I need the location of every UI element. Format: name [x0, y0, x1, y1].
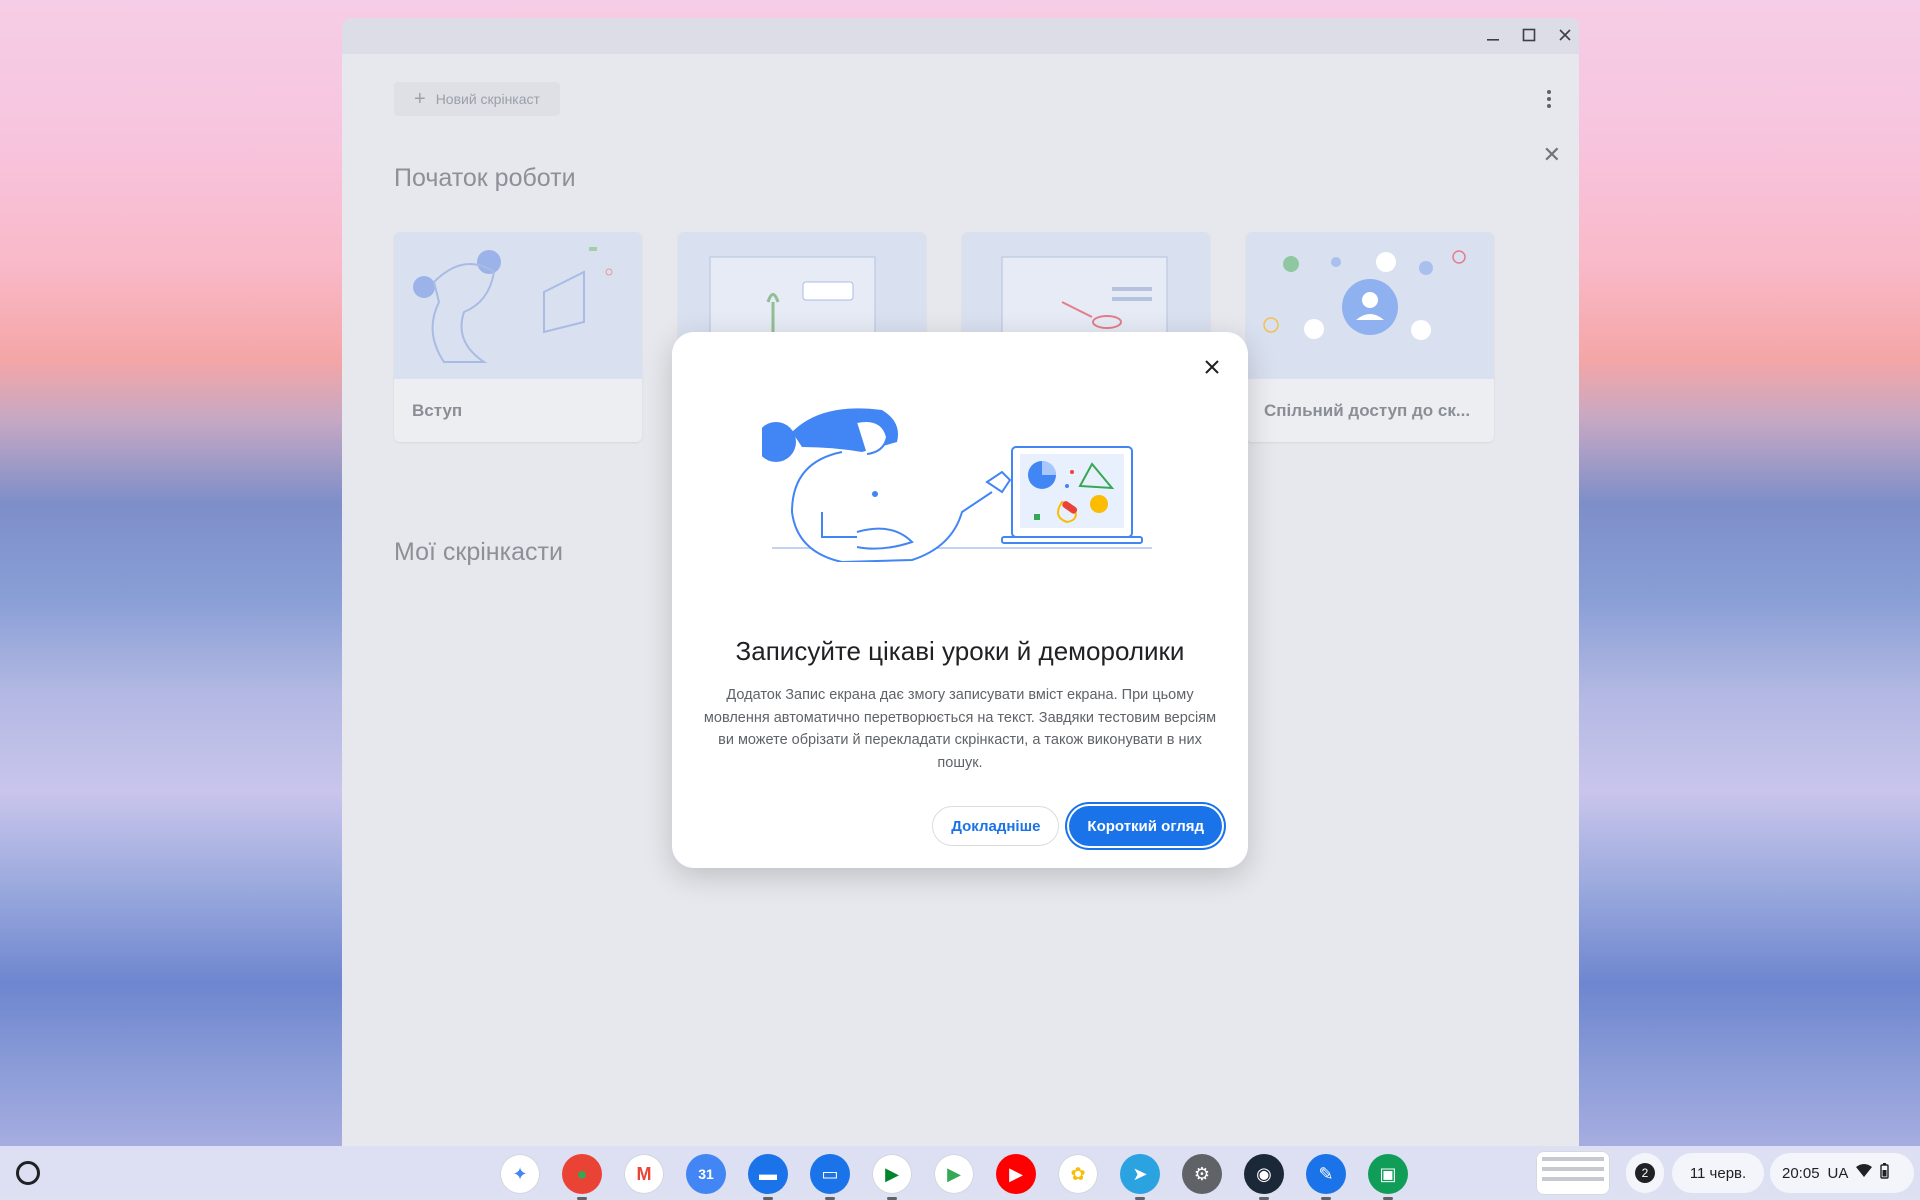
status-tray[interactable]: 20:05 UA	[1770, 1153, 1914, 1193]
battery-icon	[1880, 1163, 1890, 1183]
telegram-icon[interactable]: ➤	[1120, 1154, 1160, 1200]
meet-icon[interactable]: ▶	[872, 1154, 912, 1200]
photos-icon[interactable]: ✿	[1058, 1154, 1098, 1194]
settings-icon[interactable]: ⚙	[1182, 1154, 1222, 1194]
dismiss-getting-started-icon[interactable]: ✕	[1543, 142, 1561, 168]
quick-tour-button[interactable]: Короткий огляд	[1069, 806, 1222, 846]
classroom-icon[interactable]: ▣	[1368, 1154, 1408, 1200]
sharing-card-illustration	[1246, 232, 1494, 379]
input-method: UA	[1827, 1164, 1849, 1182]
intro-card-illustration	[394, 232, 642, 379]
shelf: ✦ ● M 31 ▬ ▭ ▶ ▶ ▶ ✿ ➤ ⚙ ◉ ✎ ▣ 2 11 черв. 20:05 UA	[0, 1146, 1920, 1200]
dialog-title: Записуйте цікаві уроки й деморолики	[735, 636, 1185, 666]
learn-more-button[interactable]: Докладніше	[932, 806, 1060, 846]
maximize-icon[interactable]	[1517, 24, 1541, 48]
plus-icon: +	[414, 87, 426, 110]
steam-icon[interactable]: ◉	[1244, 1154, 1284, 1200]
dialog-description: Додаток Запис екрана дає змогу записуват…	[703, 687, 1217, 771]
sharing-card-title: Спільний доступ до ск...	[1264, 401, 1471, 420]
messages-icon[interactable]: ▭	[810, 1154, 850, 1200]
more-options-icon[interactable]	[1539, 88, 1559, 112]
play-store-icon[interactable]: ▶	[934, 1154, 974, 1194]
clock: 20:05	[1782, 1164, 1820, 1182]
new-screencast-label: Новий скрінкаст	[435, 91, 540, 107]
date-tray[interactable]: 11 черв.	[1672, 1153, 1764, 1193]
welcome-dialog: Записуйте цікаві уроки й деморолики Дода…	[672, 332, 1248, 868]
calendar-icon[interactable]: 31	[686, 1154, 726, 1194]
shelf-apps: ✦ ● M 31 ▬ ▭ ▶ ▶ ▶ ✿ ➤ ⚙ ◉ ✎ ▣	[500, 1154, 1408, 1200]
files-icon[interactable]: ▬	[748, 1154, 788, 1200]
intro-card[interactable]: Вступ	[394, 232, 642, 442]
screenshot-thumbnail[interactable]	[1536, 1151, 1610, 1195]
screencast-icon[interactable]: ✎	[1306, 1154, 1346, 1200]
chrome-icon[interactable]: ●	[562, 1154, 602, 1200]
getting-started-title: Початок роботи	[394, 164, 576, 192]
my-screencasts-title: Мої скрінкасти	[394, 538, 563, 566]
gemini-icon[interactable]: ✦	[500, 1154, 540, 1194]
close-icon[interactable]	[1553, 24, 1577, 48]
gmail-icon[interactable]: M	[624, 1154, 664, 1194]
sharing-card[interactable]: Спільний доступ до ск...	[1246, 232, 1494, 442]
window-titlebar	[342, 18, 1579, 54]
launcher-icon[interactable]	[16, 1161, 40, 1185]
dialog-close-icon[interactable]	[1198, 354, 1226, 382]
youtube-icon[interactable]: ▶	[996, 1154, 1036, 1194]
new-screencast-button[interactable]: + Новий скрінкаст	[394, 82, 560, 116]
wifi-icon	[1856, 1164, 1873, 1182]
dialog-illustration	[762, 408, 1152, 562]
notification-tray[interactable]: 2	[1626, 1153, 1664, 1193]
minimize-icon[interactable]	[1481, 24, 1505, 48]
intro-card-title: Вступ	[412, 401, 463, 420]
notification-count: 2	[1635, 1163, 1655, 1183]
